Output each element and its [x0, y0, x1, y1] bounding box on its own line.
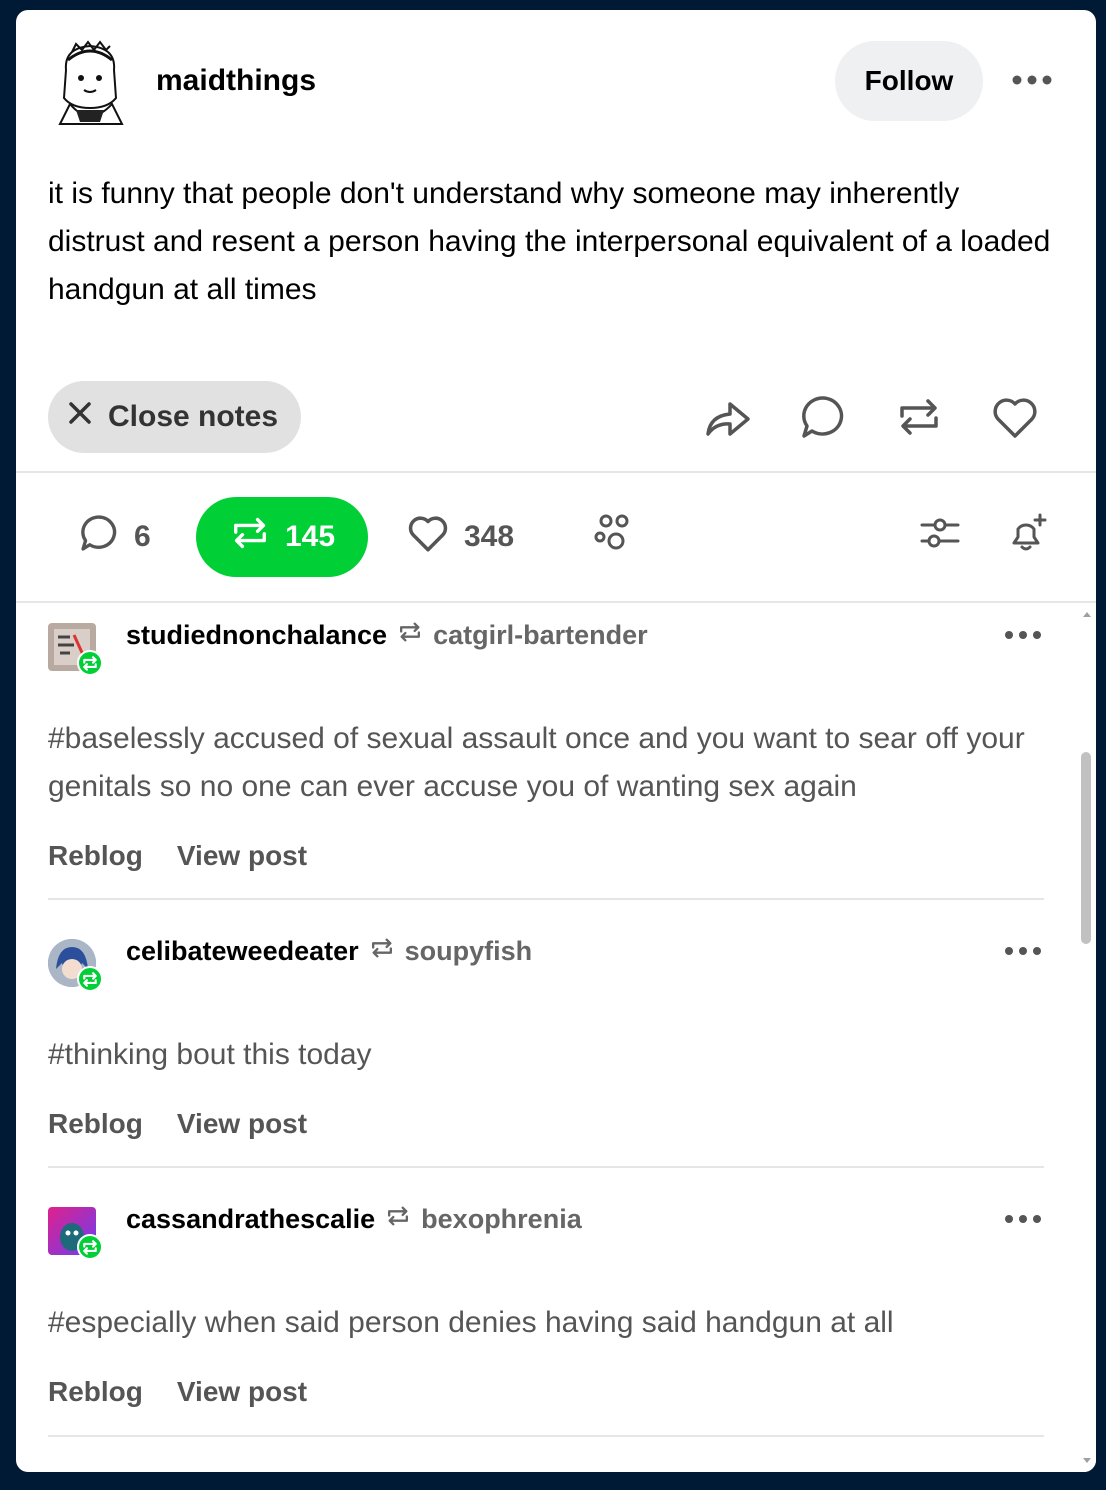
sliders-icon [918, 511, 962, 563]
note-source-username[interactable]: bexophrenia [421, 1204, 582, 1235]
note-tags[interactable]: #especially when said person denies havi… [48, 1299, 1038, 1347]
reblog-link[interactable]: Reblog [48, 840, 143, 872]
close-notes-button[interactable]: Close notes [48, 381, 301, 453]
post-body-text: it is funny that people don't understand… [48, 177, 1051, 306]
divider [48, 898, 1044, 900]
list-item: studiednonchalance catgirl-bartender #ba… [48, 603, 1044, 900]
community-tab[interactable] [592, 497, 636, 577]
list-item: cassandrathescalie bexophrenia #especial… [48, 1187, 1044, 1472]
more-options-icon[interactable] [1011, 66, 1053, 94]
blog-name[interactable]: maidthings [156, 64, 316, 98]
notes-stats-bar: 6 145 348 [16, 473, 1096, 601]
more-options-icon[interactable] [1003, 943, 1043, 959]
heart-icon [406, 511, 450, 563]
blog-avatar[interactable] [52, 38, 128, 128]
note-username[interactable]: celibateweedeater [126, 936, 359, 967]
subscribe-notes-button[interactable] [1004, 497, 1052, 577]
note-tags[interactable]: #thinking bout this today [48, 1031, 1038, 1079]
reblog-link[interactable]: Reblog [48, 1376, 143, 1408]
likes-count: 348 [464, 520, 515, 553]
reblog-badge-icon [77, 650, 103, 676]
more-options-icon[interactable] [1003, 627, 1043, 643]
reblogs-count: 145 [284, 520, 336, 553]
reblog-badge-icon [77, 966, 103, 992]
note-source-username[interactable]: soupyfish [405, 936, 533, 967]
reply-icon [78, 512, 120, 562]
view-post-link[interactable]: View post [177, 1376, 307, 1408]
share-icon[interactable] [702, 392, 752, 442]
likes-tab[interactable]: 348 [406, 497, 514, 577]
divider [48, 1435, 1044, 1437]
close-icon [66, 399, 94, 435]
view-post-link[interactable]: View post [177, 840, 307, 872]
view-post-link[interactable]: View post [177, 1108, 307, 1140]
reblog-link[interactable]: Reblog [48, 1108, 143, 1140]
note-tags[interactable]: #baselessly accused of sexual assault on… [48, 715, 1038, 811]
divider [48, 1166, 1044, 1168]
note-source-username[interactable]: catgirl-bartender [433, 620, 648, 651]
notes-list: studiednonchalance catgirl-bartender #ba… [16, 603, 1076, 1472]
post-header: maidthings Follow [16, 10, 1096, 160]
reblog-icon [369, 935, 395, 968]
reblogs-tab[interactable]: 145 [196, 497, 368, 577]
reblog-icon [385, 1203, 411, 1236]
filter-notes-button[interactable] [918, 497, 962, 577]
community-icon [592, 511, 636, 563]
replies-count: 6 [134, 520, 151, 553]
more-options-icon[interactable] [1003, 1211, 1043, 1227]
reblog-badge-icon [77, 1234, 103, 1260]
scrollbar-thumb[interactable] [1081, 752, 1091, 944]
bell-plus-icon [1004, 509, 1052, 565]
reblog-icon [397, 619, 423, 652]
note-username[interactable]: studiednonchalance [126, 620, 387, 651]
replies-tab[interactable]: 6 [78, 497, 151, 577]
reblog-icon [229, 512, 271, 562]
scrollbar[interactable] [1078, 603, 1096, 1472]
reblog-icon[interactable] [894, 392, 944, 442]
close-notes-label: Close notes [108, 400, 279, 433]
list-item: celibateweedeater soupyfish #thinking bo… [48, 919, 1044, 1187]
follow-button[interactable]: Follow [835, 41, 983, 121]
like-icon[interactable] [990, 392, 1040, 442]
reply-icon[interactable] [798, 392, 848, 442]
post-card: maidthings Follow it is funny that peopl… [16, 10, 1096, 1472]
note-username[interactable]: cassandrathescalie [126, 1204, 375, 1235]
